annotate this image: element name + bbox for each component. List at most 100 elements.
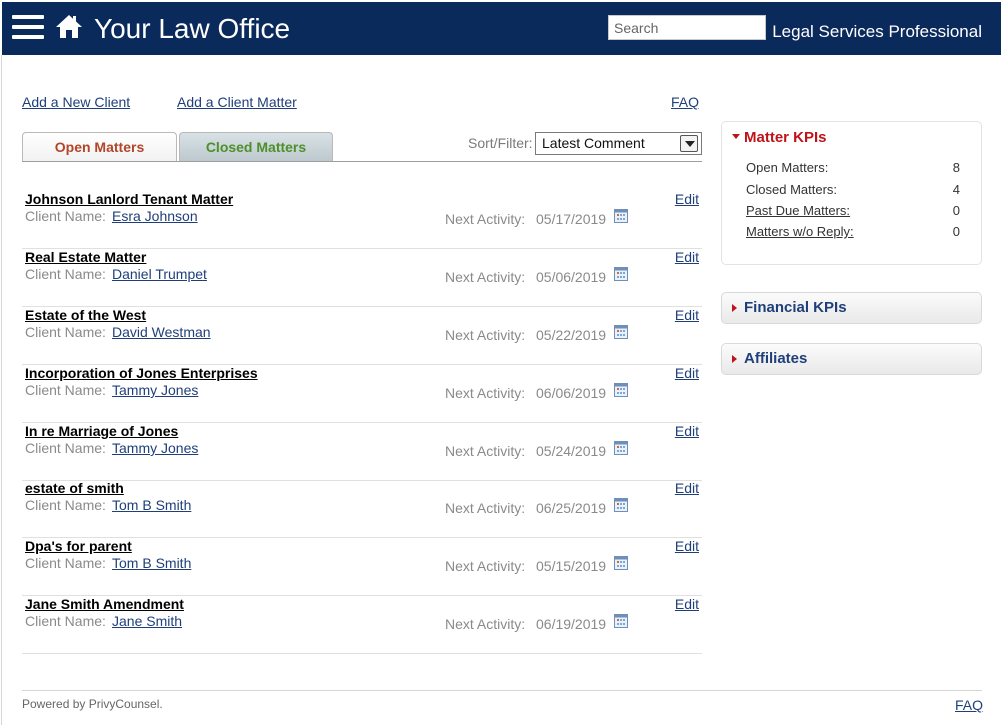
add-client-matter-link[interactable]: Add a Client Matter <box>177 94 297 110</box>
edit-link[interactable]: Edit <box>675 423 699 439</box>
edit-link[interactable]: Edit <box>675 191 699 207</box>
affiliates-panel[interactable]: Affiliates <box>721 343 982 375</box>
calendar-icon[interactable] <box>614 441 628 455</box>
matter-title-link[interactable]: Johnson Lanlord Tenant Matter <box>25 191 233 207</box>
matter-row: estate of smith Client Name: Tom B Smith… <box>22 480 702 538</box>
footer-divider <box>22 690 982 691</box>
tab-open-matters[interactable]: Open Matters <box>22 132 177 162</box>
matter-kpis-panel: Matter KPIs Open Matters: 8 Closed Matte… <box>721 121 982 265</box>
client-name-label: Client Name: <box>25 324 106 340</box>
client-name-link[interactable]: Jane Smith <box>112 613 182 629</box>
matter-kpis-header[interactable]: Matter KPIs <box>722 122 981 152</box>
next-activity-label: Next Activity: <box>445 327 526 343</box>
affiliates-title: Affiliates <box>744 350 808 367</box>
matter-row: Johnson Lanlord Tenant Matter Client Nam… <box>22 191 702 249</box>
edit-link[interactable]: Edit <box>675 538 699 554</box>
matter-title-link[interactable]: Estate of the West <box>25 307 146 323</box>
past-due-matters-link[interactable]: Past Due Matters: <box>746 203 850 218</box>
client-name-label: Client Name: <box>25 497 106 513</box>
matter-title-link[interactable]: Dpa's for parent <box>25 538 132 554</box>
powered-by-text: Powered by PrivyCounsel. <box>22 697 163 711</box>
next-activity-label: Next Activity: <box>445 269 526 285</box>
client-name-link[interactable]: Tammy Jones <box>112 440 198 456</box>
calendar-icon[interactable] <box>614 556 628 570</box>
search-input[interactable] <box>608 15 766 40</box>
matter-title-link[interactable]: Incorporation of Jones Enterprises <box>25 365 258 381</box>
matter-row: Estate of the West Client Name: David We… <box>22 307 702 365</box>
caret-down-icon <box>732 134 740 139</box>
next-activity-label: Next Activity: <box>445 385 526 401</box>
next-activity-date: 05/17/2019 <box>536 211 607 227</box>
kpi-label: Closed Matters: <box>746 182 838 197</box>
calendar-icon[interactable] <box>614 614 628 628</box>
sort-filter-label: Sort/Filter: <box>468 135 533 151</box>
matter-row: Incorporation of Jones Enterprises Clien… <box>22 365 702 423</box>
next-activity-date: 06/19/2019 <box>536 616 607 632</box>
client-name-label: Client Name: <box>25 208 106 224</box>
client-name-label: Client Name: <box>25 266 106 282</box>
user-role-label: Legal Services Professional <box>772 22 982 41</box>
edit-link[interactable]: Edit <box>675 249 699 265</box>
client-name-link[interactable]: Tom B Smith <box>112 497 191 513</box>
next-activity-label: Next Activity: <box>445 211 526 227</box>
matter-row: In re Marriage of Jones Client Name: Tam… <box>22 423 702 481</box>
tab-closed-matters[interactable]: Closed Matters <box>179 132 333 162</box>
kpi-value: 0 <box>952 203 960 218</box>
matter-row: Jane Smith Amendment Client Name: Jane S… <box>22 596 702 654</box>
calendar-icon[interactable] <box>614 209 628 223</box>
next-activity-date: 06/25/2019 <box>536 500 607 516</box>
next-activity-label: Next Activity: <box>445 616 526 632</box>
client-name-link[interactable]: Tammy Jones <box>112 382 198 398</box>
matter-title-link[interactable]: Real Estate Matter <box>25 249 146 265</box>
client-name-link[interactable]: Tom B Smith <box>112 555 191 571</box>
client-name-link[interactable]: Daniel Trumpet <box>112 266 207 282</box>
matter-title-link[interactable]: In re Marriage of Jones <box>25 423 178 439</box>
matter-title-link[interactable]: Jane Smith Amendment <box>25 596 184 612</box>
edit-link[interactable]: Edit <box>675 365 699 381</box>
financial-kpis-title: Financial KPIs <box>744 299 847 316</box>
next-activity-date: 05/22/2019 <box>536 327 607 343</box>
chevron-down-icon[interactable] <box>680 135 698 152</box>
client-name-label: Client Name: <box>25 382 106 398</box>
client-name-link[interactable]: Esra Johnson <box>112 208 198 224</box>
next-activity-label: Next Activity: <box>445 500 526 516</box>
edit-link[interactable]: Edit <box>675 480 699 496</box>
client-name-label: Client Name: <box>25 440 106 456</box>
tabs-divider <box>22 161 702 162</box>
edit-link[interactable]: Edit <box>675 596 699 612</box>
client-name-label: Client Name: <box>25 613 106 629</box>
page-border <box>1 55 2 725</box>
calendar-icon[interactable] <box>614 383 628 397</box>
client-name-link[interactable]: David Westman <box>112 324 211 340</box>
matter-title-link[interactable]: estate of smith <box>25 480 124 496</box>
edit-link[interactable]: Edit <box>675 307 699 323</box>
financial-kpis-panel[interactable]: Financial KPIs <box>721 292 982 324</box>
kpi-value: 8 <box>952 160 960 175</box>
calendar-icon[interactable] <box>614 325 628 339</box>
calendar-icon[interactable] <box>614 267 628 281</box>
caret-right-icon <box>732 355 737 363</box>
next-activity-date: 05/24/2019 <box>536 443 607 459</box>
next-activity-label: Next Activity: <box>445 558 526 574</box>
home-icon[interactable] <box>55 13 83 39</box>
next-activity-label: Next Activity: <box>445 443 526 459</box>
hamburger-menu-icon[interactable] <box>12 15 44 41</box>
matters-without-reply-link[interactable]: Matters w/o Reply: <box>746 224 854 239</box>
kpi-value: 0 <box>952 224 960 239</box>
add-new-client-link[interactable]: Add a New Client <box>22 94 130 110</box>
kpi-value: 4 <box>952 182 960 197</box>
app-title: Your Law Office <box>94 13 291 44</box>
calendar-icon[interactable] <box>614 498 628 512</box>
next-activity-date: 06/06/2019 <box>536 385 607 401</box>
caret-right-icon <box>732 304 737 312</box>
matter-row: Dpa's for parent Client Name: Tom B Smit… <box>22 538 702 596</box>
app-header: Your Law Office Legal Services Professio… <box>2 2 1001 55</box>
client-name-label: Client Name: <box>25 555 106 571</box>
faq-link[interactable]: FAQ <box>671 94 699 110</box>
sort-filter-select[interactable]: Latest Comment <box>535 132 702 155</box>
next-activity-date: 05/15/2019 <box>536 558 607 574</box>
matter-kpis-title: Matter KPIs <box>744 129 827 146</box>
footer-faq-link[interactable]: FAQ <box>955 697 983 713</box>
kpi-label: Open Matters: <box>746 160 829 175</box>
sort-filter-value: Latest Comment <box>542 135 645 151</box>
